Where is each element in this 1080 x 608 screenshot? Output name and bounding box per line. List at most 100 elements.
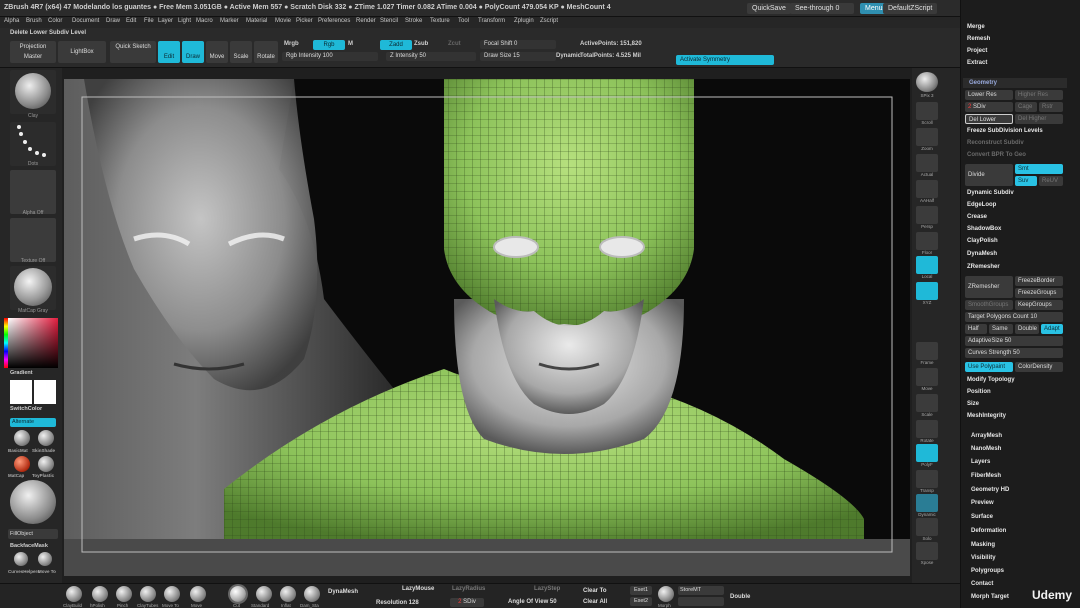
secondary-color-swatch[interactable] [34,380,56,404]
surface-palette[interactable]: Surface [971,514,993,520]
sdiv-slider[interactable]: 2 SDiv [965,102,1013,112]
rotate-view-button[interactable] [916,420,938,438]
clear-all-button[interactable]: Clear All [583,599,607,605]
color-density-slider[interactable]: ColorDensity [1015,362,1063,372]
default-zscript-button[interactable]: DefaultZScript [883,3,938,14]
backface-mask-toggle[interactable]: BackfaceMask [10,543,48,549]
main-color-swatch[interactable] [10,380,32,404]
target-polygons-slider[interactable]: Target Polygons Count 10 [965,312,1063,322]
pinch-brush-icon[interactable] [116,586,132,602]
higher-res-button[interactable]: Higher Res [1015,90,1063,100]
cage-button[interactable]: Cage [1015,102,1037,112]
brush-thumbnail[interactable] [10,70,56,114]
sculpt-viewport[interactable] [64,79,910,576]
meshintegrity-subpalette[interactable]: MeshIntegrity [967,413,1006,419]
geometry-header[interactable]: Geometry [963,78,1067,88]
color-picker[interactable] [8,318,58,368]
smt-toggle[interactable]: Smt [1015,164,1063,174]
del-lower-button[interactable]: Del Lower [965,114,1013,124]
dynamic-toggle[interactable]: Dynamic [556,53,581,59]
adaptive-size-slider[interactable]: AdaptiveSize 50 [965,336,1063,346]
position-subpalette[interactable]: Position [967,389,991,395]
menu-layer[interactable]: Layer [158,18,173,24]
geometry-hd-palette[interactable]: Geometry HD [971,487,1009,493]
zremesher-button[interactable]: ZRemesher [965,276,1013,298]
hpolish-brush-icon[interactable] [92,586,108,602]
scale-button[interactable]: Scale [230,41,252,63]
delete-lower-label[interactable]: Delete Lower Subdiv Level [10,30,86,36]
menu-marker[interactable]: Marker [220,18,239,24]
draw-button[interactable]: Draw [182,41,204,63]
dynamic-subdiv-subpalette[interactable]: Dynamic Subdiv [967,190,1014,196]
rstr-button[interactable]: Rstr [1039,102,1063,112]
divide-button[interactable]: Divide [965,164,1013,186]
spix-button[interactable] [916,72,938,92]
morph-brush-icon[interactable] [658,586,674,602]
cut-brush-icon[interactable] [230,586,246,602]
texture-thumbnail[interactable] [10,218,56,262]
switchcolor-label[interactable]: SwitchColor [10,406,42,412]
m-toggle[interactable]: M [348,41,353,47]
freeze-groups-toggle[interactable]: FreezeGroups [1015,288,1063,298]
activate-symmetry-button[interactable]: Activate Symmetry [676,55,774,65]
damstandard-brush-icon[interactable] [304,586,320,602]
zcut-toggle[interactable]: Zcut [448,41,461,47]
same-button[interactable]: Same [989,324,1013,334]
menu-stroke[interactable]: Stroke [405,18,422,24]
keep-groups-toggle[interactable]: KeepGroups [1015,300,1063,310]
menu-zscript[interactable]: Zscript [540,18,558,24]
menu-macro[interactable]: Macro [196,18,213,24]
eset1-button[interactable]: Eset1 [630,586,652,595]
nanomesh-palette[interactable]: NanoMesh [971,446,1001,452]
use-polypaint-toggle[interactable]: Use Polypaint [965,362,1013,372]
del-higher-button[interactable]: Del Higher [1015,114,1063,124]
preview-palette[interactable]: Preview [971,500,994,506]
red-material-icon[interactable] [14,456,30,472]
rgb-toggle[interactable]: Rgb [313,40,345,50]
menu-color[interactable]: Color [48,18,62,24]
see-through-slider[interactable]: See-through 0 [790,3,854,14]
masking-palette[interactable]: Masking [971,542,995,548]
moveto-brush-icon[interactable] [164,586,180,602]
menu-zplugin[interactable]: Zplugin [514,18,534,24]
menu-render[interactable]: Render [356,18,376,24]
edgeloop-subpalette[interactable]: EdgeLoop [967,202,996,208]
toyplastic-material-icon[interactable] [38,456,54,472]
floor-button[interactable] [916,232,938,250]
actual-button[interactable] [916,154,938,172]
zsub-toggle[interactable]: Zsub [414,41,428,47]
dynamic-button[interactable] [916,494,938,512]
remesh-button[interactable]: Remesh [967,36,990,42]
angle-of-view-slider[interactable]: Angle Of View 50 [508,599,557,605]
arraymesh-palette[interactable]: ArrayMesh [971,433,1002,439]
store-mt-button[interactable]: StoreMT [678,586,724,595]
visibility-palette[interactable]: Visibility [971,555,996,561]
persp-button[interactable] [916,206,938,224]
reconstruct-subdiv-button[interactable]: Reconstruct Subdiv [967,140,1024,146]
edit-button[interactable]: Edit [158,41,180,63]
stroke-thumbnail[interactable] [10,122,56,166]
layers-palette[interactable]: Layers [971,459,990,465]
material-thumbnail[interactable] [10,266,56,310]
menu-movie[interactable]: Movie [275,18,291,24]
zadd-toggle[interactable]: Zadd [380,40,412,50]
lazyradius-slider[interactable]: LazyRadius [452,586,485,592]
suv-toggle[interactable]: Suv [1015,176,1037,186]
freeze-subdiv-button[interactable]: Freeze SubDivision Levels [967,128,1043,134]
basic-material-icon[interactable] [14,430,30,446]
quicksave-button[interactable]: QuickSave [747,3,791,14]
xyz-button[interactable] [916,282,938,300]
lazystep-slider[interactable]: LazyStep [534,586,560,592]
claypolish-subpalette[interactable]: ClayPolish [967,238,998,244]
menu-brush[interactable]: Brush [26,18,42,24]
gradient-label[interactable]: Gradient [10,370,33,376]
size-subpalette[interactable]: Size [967,401,979,407]
hue-strip[interactable] [4,318,8,368]
alpha-thumbnail[interactable] [10,170,56,214]
shadowbox-subpalette[interactable]: ShadowBox [967,226,1001,232]
menu-alpha[interactable]: Alpha [4,18,19,24]
double-button[interactable]: Double [1015,324,1039,334]
modify-topology-subpalette[interactable]: Modify Topology [967,377,1015,383]
dynamesh-subpalette[interactable]: DynaMesh [967,251,997,257]
reuv-toggle[interactable]: ReUV [1039,176,1063,186]
